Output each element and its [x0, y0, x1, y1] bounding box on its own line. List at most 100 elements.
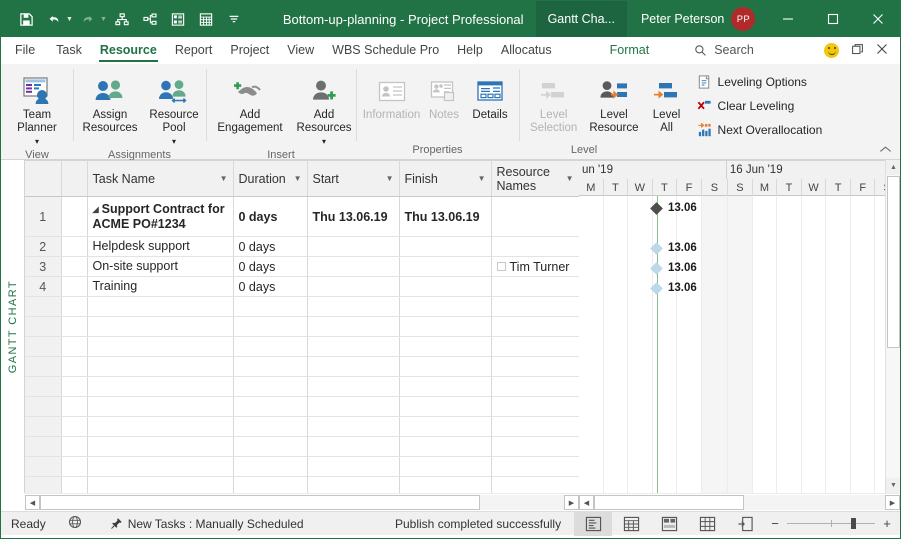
- undo-icon[interactable]: [41, 7, 67, 31]
- cell-start[interactable]: [307, 416, 400, 437]
- milestone-diamond-icon[interactable]: [650, 241, 663, 255]
- table-row-empty[interactable]: [25, 456, 580, 477]
- cell-duration[interactable]: [233, 356, 308, 377]
- resource-sheet-view-button[interactable]: [688, 512, 726, 536]
- maximize-icon[interactable]: [810, 1, 855, 37]
- zoom-slider-thumb[interactable]: [851, 518, 856, 529]
- cell-task-name[interactable]: On-site support: [87, 256, 234, 277]
- reports-view-button[interactable]: [726, 512, 764, 536]
- details-button[interactable]: Details: [466, 68, 514, 122]
- triangle-down-icon[interactable]: ◢: [93, 202, 99, 217]
- table-row-empty[interactable]: [25, 376, 580, 397]
- cell-finish[interactable]: [399, 336, 492, 357]
- team-planner-button[interactable]: Team Planner ▾: [6, 68, 68, 148]
- scroll-up-icon[interactable]: ▲: [886, 160, 900, 175]
- cell-duration[interactable]: [233, 336, 308, 357]
- ribbon-tab-file[interactable]: File: [1, 37, 47, 63]
- row-indicator[interactable]: [61, 316, 88, 337]
- ribbon-tab-project[interactable]: Project: [221, 37, 278, 63]
- account-info[interactable]: Peter Peterson PP: [641, 7, 756, 31]
- cell-resource-names[interactable]: [491, 416, 580, 437]
- row-indicator[interactable]: [61, 456, 88, 477]
- filter-arrow-icon[interactable]: ▼: [294, 172, 302, 186]
- cell-resource-names[interactable]: [491, 196, 580, 237]
- column-header-finish[interactable]: Finish ▼: [399, 160, 492, 197]
- cell-resource-names[interactable]: [491, 456, 580, 477]
- vertical-scroll-thumb[interactable]: [887, 176, 900, 348]
- cell-task-name[interactable]: [87, 436, 234, 457]
- search-box[interactable]: Search: [694, 37, 754, 63]
- milestone-diamond-icon[interactable]: [650, 281, 663, 295]
- scroll-right-icon[interactable]: ▶: [885, 495, 900, 510]
- cell-finish[interactable]: [399, 236, 492, 257]
- wbs-chart-icon[interactable]: [109, 7, 135, 31]
- cell-duration[interactable]: 0 days: [233, 256, 308, 277]
- gantt-chart-view-button[interactable]: [574, 511, 612, 536]
- cell-duration[interactable]: [233, 456, 308, 477]
- task-usage-view-button[interactable]: [612, 512, 650, 536]
- cell-duration[interactable]: [233, 396, 308, 417]
- clear-leveling-button[interactable]: Clear Leveling: [693, 95, 827, 117]
- milestone-diamond-icon[interactable]: [650, 261, 663, 275]
- ribbon-tab-report[interactable]: Report: [166, 37, 222, 63]
- feedback-smiley-icon[interactable]: [824, 43, 839, 58]
- cell-start[interactable]: [307, 236, 400, 257]
- cell-duration[interactable]: 0 days: [233, 236, 308, 257]
- milestone-diamond-icon[interactable]: [650, 201, 663, 215]
- cell-task-name[interactable]: ◢ Support Contract for ACME PO#1234: [87, 196, 234, 237]
- cell-task-name[interactable]: Helpdesk support: [87, 236, 234, 257]
- filter-arrow-icon[interactable]: ▼: [220, 172, 228, 186]
- cell-finish[interactable]: [399, 416, 492, 437]
- cell-duration[interactable]: [233, 376, 308, 397]
- cell-duration[interactable]: [233, 416, 308, 437]
- ribbon-tab-help[interactable]: Help: [448, 37, 492, 63]
- row-indicator[interactable]: [61, 276, 88, 297]
- row-indicator[interactable]: [61, 296, 88, 317]
- scroll-left-icon[interactable]: ◀: [25, 495, 40, 510]
- close-ribbon-icon[interactable]: [876, 43, 888, 58]
- table-row-empty[interactable]: [25, 296, 580, 317]
- table-row[interactable]: 4 Training 0 days: [25, 276, 580, 297]
- grid-hscroll-track[interactable]: [40, 495, 564, 510]
- cell-start[interactable]: Thu 13.06.19: [307, 196, 400, 237]
- cell-finish[interactable]: [399, 316, 492, 337]
- status-new-tasks[interactable]: New Tasks : Manually Scheduled: [110, 517, 304, 531]
- chevron-down-icon[interactable]: ▾: [322, 135, 326, 148]
- cell-start[interactable]: [307, 376, 400, 397]
- cell-task-name[interactable]: [87, 356, 234, 377]
- table-row[interactable]: 3 On-site support 0 days Tim Turner: [25, 256, 580, 277]
- chart-hscroll-track[interactable]: [594, 495, 885, 510]
- avatar[interactable]: PP: [731, 7, 756, 31]
- table-row-empty[interactable]: [25, 396, 580, 417]
- table-row-empty[interactable]: [25, 416, 580, 437]
- cell-finish[interactable]: [399, 396, 492, 417]
- cell-task-name[interactable]: [87, 316, 234, 337]
- network-diagram-icon[interactable]: [137, 7, 163, 31]
- column-header-id[interactable]: [25, 160, 62, 197]
- cell-resource-names[interactable]: [491, 376, 580, 397]
- cell-duration[interactable]: 0 days: [233, 276, 308, 297]
- row-indicator[interactable]: [61, 376, 88, 397]
- filter-arrow-icon[interactable]: ▼: [478, 172, 486, 186]
- zoom-in-button[interactable]: +: [882, 516, 892, 531]
- table-icon[interactable]: [193, 7, 219, 31]
- column-header-resource-names[interactable]: Resource Names ▼: [491, 160, 580, 197]
- cell-duration[interactable]: 0 days: [233, 196, 308, 237]
- cell-duration[interactable]: [233, 316, 308, 337]
- cell-start[interactable]: [307, 356, 400, 377]
- cell-resource-names[interactable]: [491, 396, 580, 417]
- undo-dropdown-icon[interactable]: ▼: [66, 16, 73, 23]
- chart-horizontal-scrollbar[interactable]: ◀ ▶: [579, 493, 900, 511]
- cell-start[interactable]: [307, 396, 400, 417]
- column-header-duration[interactable]: Duration ▼: [233, 160, 308, 197]
- cell-task-name[interactable]: [87, 416, 234, 437]
- cell-finish[interactable]: [399, 436, 492, 457]
- cell-task-name[interactable]: [87, 296, 234, 317]
- column-header-start[interactable]: Start ▼: [307, 160, 400, 197]
- gantt-milestone-row-1[interactable]: 13.06: [650, 198, 697, 218]
- row-indicator[interactable]: [61, 416, 88, 437]
- cell-finish[interactable]: [399, 296, 492, 317]
- cell-task-name[interactable]: [87, 336, 234, 357]
- filter-arrow-icon[interactable]: ▼: [386, 172, 394, 186]
- task-form-icon[interactable]: [165, 7, 191, 31]
